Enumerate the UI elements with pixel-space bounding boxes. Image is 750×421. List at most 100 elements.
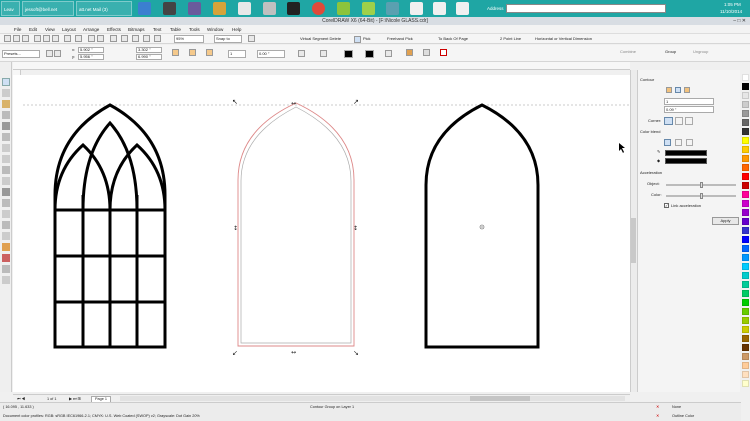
outline-color-swatch[interactable] xyxy=(665,150,707,156)
inside-contour-icon[interactable] xyxy=(189,49,196,56)
email-taskbar-item[interactable]: jessoft@bell.net xyxy=(22,1,74,16)
palette-swatch[interactable] xyxy=(742,173,749,180)
palette-swatch[interactable] xyxy=(742,137,749,144)
steps-field[interactable]: 1 xyxy=(664,98,714,105)
palette-swatch[interactable] xyxy=(742,182,749,189)
fill-tool-icon[interactable] xyxy=(2,265,10,273)
import-icon[interactable] xyxy=(88,35,95,42)
word-icon[interactable] xyxy=(238,2,251,15)
blend-tool-icon[interactable] xyxy=(2,232,10,240)
outside-icon[interactable] xyxy=(684,87,690,93)
undo-icon[interactable] xyxy=(64,35,71,42)
menu-tools[interactable]: Tools xyxy=(189,25,200,34)
menu-help[interactable]: Help xyxy=(232,25,241,34)
save-icon[interactable] xyxy=(22,35,29,42)
snap-to-select[interactable]: Snap to xyxy=(214,35,242,43)
palette-swatch[interactable] xyxy=(742,353,749,360)
redo-icon[interactable] xyxy=(75,35,82,42)
shape-tool-icon[interactable] xyxy=(2,89,10,97)
pick-tool-icon[interactable] xyxy=(2,78,10,86)
inside-icon[interactable] xyxy=(675,87,681,93)
paste-icon[interactable] xyxy=(52,35,59,42)
freehand-pick-button[interactable]: Freehand Pick xyxy=(387,35,413,43)
color-profile-info[interactable]: Document color profiles: RGB: sRGB IEC61… xyxy=(3,413,200,419)
object-acceleration-knob[interactable] xyxy=(699,182,703,188)
clockwise-blend-icon[interactable] xyxy=(675,139,682,146)
app-icon-3[interactable] xyxy=(386,2,399,15)
delete-preset-icon[interactable] xyxy=(54,50,61,57)
outline-tool-icon[interactable] xyxy=(2,254,10,262)
window-controls[interactable]: – □ ✕ xyxy=(733,17,746,25)
open-icon[interactable] xyxy=(13,35,20,42)
corel-connect-icon[interactable] xyxy=(143,35,150,42)
text-tool-icon[interactable] xyxy=(2,188,10,196)
crop-tool-icon[interactable] xyxy=(2,100,10,108)
copy-icon[interactable] xyxy=(43,35,50,42)
palette-swatch[interactable] xyxy=(742,299,749,306)
menu-view[interactable]: View xyxy=(45,25,55,34)
palette-swatch[interactable] xyxy=(742,191,749,198)
palette-swatch[interactable] xyxy=(742,227,749,234)
color-acceleration-knob[interactable] xyxy=(699,193,703,199)
palette-swatch[interactable] xyxy=(742,371,749,378)
full-screen-icon[interactable] xyxy=(248,35,255,42)
fill-status[interactable]: None xyxy=(672,404,681,410)
presets-select[interactable]: Presets... xyxy=(2,50,40,58)
combine-button[interactable]: Combine xyxy=(620,48,636,56)
rectangle-tool-icon[interactable] xyxy=(2,144,10,152)
palette-swatch[interactable] xyxy=(742,326,749,333)
horizontal-vertical-dimension-button[interactable]: Horizontal or Vertical Dimension xyxy=(535,35,592,43)
virtual-segment-delete-button[interactable]: Virtual Segment Delete xyxy=(300,35,341,43)
palette-swatch[interactable] xyxy=(742,209,749,216)
connector-tool-icon[interactable] xyxy=(2,221,10,229)
palette-swatch[interactable] xyxy=(742,155,749,162)
options-icon[interactable] xyxy=(154,35,161,42)
drawing-canvas[interactable]: ↖ ↗ ↙ ↘ ↔ ↔ ↕ ↕ xyxy=(13,75,630,392)
ungroup-button[interactable]: Ungroup xyxy=(693,48,708,56)
address-input[interactable] xyxy=(506,4,666,13)
palette-swatch[interactable] xyxy=(742,290,749,297)
palette-swatch[interactable] xyxy=(742,146,749,153)
outline-status[interactable]: Outline Color xyxy=(672,413,694,419)
contour-outer-outline[interactable] xyxy=(237,102,355,347)
palette-swatch[interactable] xyxy=(742,236,749,243)
cut-icon[interactable] xyxy=(34,35,41,42)
menu-table[interactable]: Table xyxy=(170,25,181,34)
outside-contour-icon[interactable] xyxy=(206,49,213,56)
palette-swatch[interactable] xyxy=(742,245,749,252)
app-icon[interactable] xyxy=(188,2,201,15)
to-center-icon[interactable] xyxy=(172,49,179,56)
corel-icon[interactable] xyxy=(337,2,350,15)
selected-contour-window[interactable]: ↖ ↗ ↙ ↘ ↔ ↔ ↕ ↕ xyxy=(232,98,359,357)
palette-swatch[interactable] xyxy=(742,317,749,324)
to-back-of-page-button[interactable]: To Back Of Page xyxy=(438,35,468,43)
welcome-screen-icon[interactable] xyxy=(132,35,139,42)
link-acceleration-checkbox[interactable]: ✓ xyxy=(664,203,669,208)
fill-color-swatch[interactable] xyxy=(665,158,707,164)
polygon-tool-icon[interactable] xyxy=(2,166,10,174)
palette-swatch[interactable] xyxy=(742,92,749,99)
horizontal-ruler[interactable] xyxy=(13,62,630,70)
plain-window-outline[interactable] xyxy=(424,103,540,349)
s-app-icon[interactable] xyxy=(287,2,300,15)
horizontal-scroll-thumb[interactable] xyxy=(470,396,530,401)
linear-blend-icon[interactable] xyxy=(664,139,671,146)
round-corner-icon[interactable] xyxy=(675,117,683,125)
menu-file[interactable]: File xyxy=(14,25,21,34)
publish-pdf-icon[interactable] xyxy=(110,35,117,42)
width-field[interactable]: 3.302 " xyxy=(136,47,162,53)
smart-fill-tool-icon[interactable] xyxy=(2,133,10,141)
menu-effects[interactable]: Effects xyxy=(107,25,121,34)
contour-steps-field[interactable]: 1 xyxy=(228,50,246,58)
palette-swatch[interactable] xyxy=(742,101,749,108)
miter-corner-icon[interactable] xyxy=(664,117,673,125)
zoom-tool-icon[interactable] xyxy=(2,111,10,119)
palette-swatch[interactable] xyxy=(742,128,749,135)
horizontal-scrollbar[interactable] xyxy=(120,396,625,401)
freehand-tool-icon[interactable] xyxy=(2,122,10,130)
palette-swatch[interactable] xyxy=(742,344,749,351)
palette-swatch[interactable] xyxy=(742,281,749,288)
export-icon[interactable] xyxy=(97,35,104,42)
basic-shapes-tool-icon[interactable] xyxy=(2,177,10,185)
height-field[interactable]: 6.990 " xyxy=(136,54,162,60)
